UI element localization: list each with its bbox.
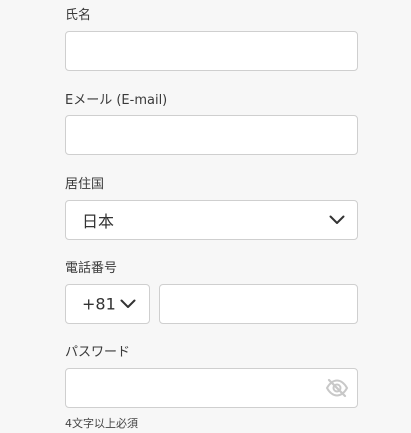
email-label: Eメール (E-mail) (65, 93, 168, 108)
country-label: 居住国 (65, 177, 105, 192)
name-field[interactable] (65, 31, 358, 71)
country-code-value: +81 (82, 294, 116, 314)
email-input[interactable] (66, 116, 357, 154)
eye-off-icon[interactable] (325, 378, 349, 398)
name-label: 氏名 (65, 8, 92, 23)
phone-label: 電話番号 (65, 261, 118, 276)
phone-number-field[interactable] (159, 284, 358, 324)
name-input[interactable] (66, 32, 357, 70)
password-input[interactable] (66, 369, 357, 407)
chevron-down-icon (120, 299, 136, 308)
email-field[interactable] (65, 115, 358, 155)
password-hint: 4文字以上必須 (65, 417, 138, 430)
chevron-down-icon (329, 215, 345, 224)
password-label: パスワード (65, 345, 131, 360)
country-code-select[interactable]: +81 (65, 284, 150, 324)
phone-number-input[interactable] (160, 285, 357, 323)
country-selected-value: 日本 (82, 212, 115, 231)
password-field[interactable] (65, 368, 358, 408)
country-select[interactable]: 日本 (65, 200, 358, 240)
registration-form: 氏名 Eメール (E-mail) 居住国 日本 電話番号 +81 パスワード 4… (0, 0, 411, 433)
